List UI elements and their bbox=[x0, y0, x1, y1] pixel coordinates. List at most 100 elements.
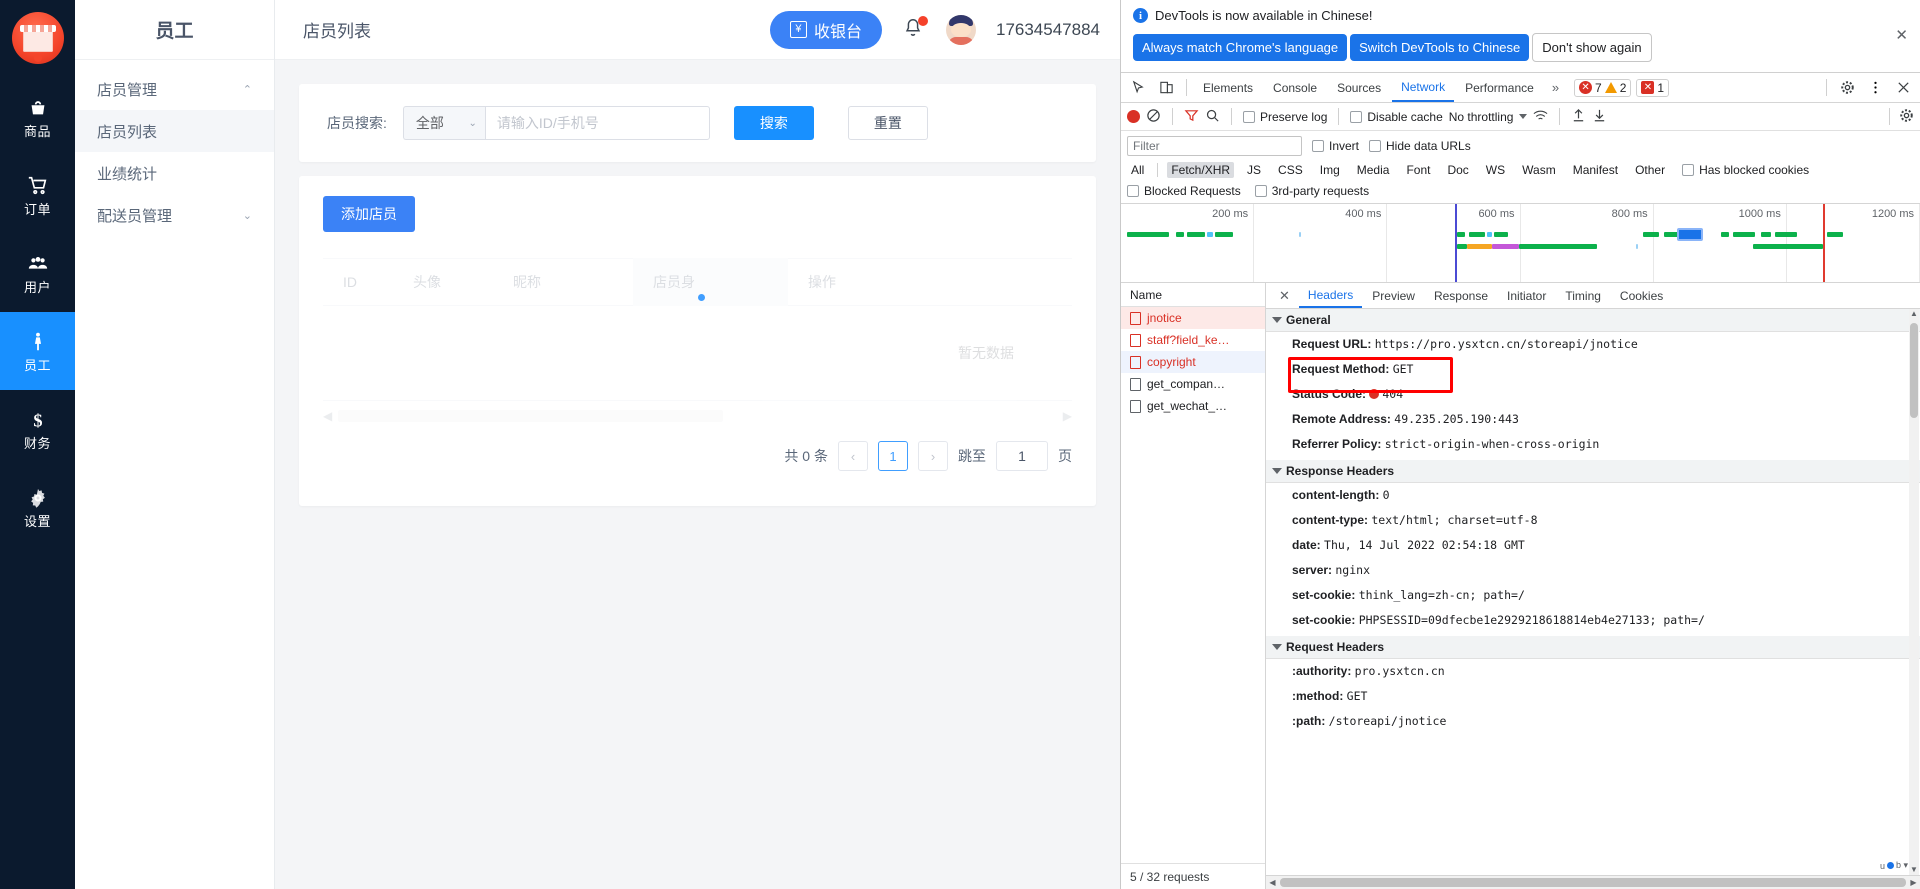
detail-tab-response[interactable]: Response bbox=[1425, 283, 1497, 308]
always-match-language-button[interactable]: Always match Chrome's language bbox=[1133, 34, 1348, 61]
detail-tab-cookies[interactable]: Cookies bbox=[1611, 283, 1672, 308]
section-general-header[interactable]: General bbox=[1266, 309, 1920, 332]
search-type-select[interactable]: 全部 ⌄ bbox=[402, 106, 485, 140]
reset-button[interactable]: 重置 bbox=[847, 106, 928, 140]
cashier-button[interactable]: ¥ 收银台 bbox=[769, 10, 882, 49]
headers-horizontal-scrollbar[interactable]: ◀ ▶ bbox=[1266, 875, 1920, 889]
filter-type-other[interactable]: Other bbox=[1631, 162, 1669, 178]
filter-type-font[interactable]: Font bbox=[1402, 162, 1434, 178]
export-har-icon[interactable] bbox=[1592, 108, 1607, 126]
settings-gear-icon[interactable] bbox=[1834, 75, 1860, 101]
section-request-headers-header[interactable]: Request Headers bbox=[1266, 636, 1920, 659]
disable-cache-checkbox[interactable]: Disable cache bbox=[1350, 110, 1443, 124]
scroll-right-icon[interactable]: ▶ bbox=[1907, 878, 1920, 887]
scroll-down-icon[interactable]: ▼ bbox=[1909, 865, 1919, 875]
filter-funnel-icon[interactable] bbox=[1184, 108, 1199, 126]
filter-type-img[interactable]: Img bbox=[1316, 162, 1344, 178]
subnav-item-staff-management[interactable]: 店员管理 ⌃ bbox=[75, 68, 274, 110]
pagination-page-1[interactable]: 1 bbox=[878, 441, 908, 471]
scroll-left-icon[interactable]: ◀ bbox=[323, 409, 332, 423]
filter-type-doc[interactable]: Doc bbox=[1443, 162, 1472, 178]
search-icon[interactable] bbox=[1205, 108, 1220, 126]
close-devtools-icon[interactable] bbox=[1890, 75, 1916, 101]
tab-performance[interactable]: Performance bbox=[1456, 73, 1543, 102]
sidebar-item-users[interactable]: 用户 bbox=[0, 234, 75, 312]
scroll-up-icon[interactable]: ▲ bbox=[1909, 309, 1919, 319]
network-settings-gear-icon[interactable] bbox=[1899, 108, 1914, 126]
search-input[interactable] bbox=[484, 106, 710, 140]
sidebar-item-staff[interactable]: 员工 bbox=[0, 312, 75, 390]
tab-elements[interactable]: Elements bbox=[1194, 73, 1262, 102]
throttling-select[interactable]: No throttling bbox=[1449, 110, 1514, 124]
timeline-selected-request[interactable] bbox=[1677, 228, 1703, 241]
dont-show-again-button[interactable]: Don't show again bbox=[1532, 33, 1652, 62]
detail-tab-timing[interactable]: Timing bbox=[1556, 283, 1610, 308]
detail-tab-preview[interactable]: Preview bbox=[1363, 283, 1424, 308]
chevron-down-icon[interactable] bbox=[1519, 114, 1528, 119]
network-overview-timeline[interactable]: 200 ms 400 ms 600 ms 800 ms 1000 ms 1200… bbox=[1121, 203, 1920, 283]
sidebar-item-finance[interactable]: $ 财务 bbox=[0, 390, 75, 468]
pagination-prev-button[interactable]: ‹ bbox=[838, 441, 868, 471]
tab-network[interactable]: Network bbox=[1392, 73, 1455, 102]
request-row-get-wechat[interactable]: get_wechat_… bbox=[1121, 395, 1265, 417]
scroll-thumb[interactable] bbox=[338, 410, 724, 422]
filter-type-all[interactable]: All bbox=[1127, 162, 1148, 178]
subnav-item-delivery-management[interactable]: 配送员管理 ⌄ bbox=[75, 194, 274, 236]
filter-type-fetch-xhr[interactable]: Fetch/XHR bbox=[1167, 162, 1235, 178]
device-toolbar-icon[interactable] bbox=[1153, 75, 1179, 101]
search-button[interactable]: 搜索 bbox=[733, 106, 814, 140]
sidebar-item-orders[interactable]: 订单 bbox=[0, 156, 75, 234]
sidebar-item-products[interactable]: 商品 bbox=[0, 78, 75, 156]
more-tabs-icon[interactable]: » bbox=[1545, 80, 1566, 95]
avatar[interactable] bbox=[945, 14, 976, 45]
more-options-icon[interactable] bbox=[1862, 75, 1888, 101]
filter-type-ws[interactable]: WS bbox=[1482, 162, 1509, 178]
scroll-left-icon[interactable]: ◀ bbox=[1266, 878, 1279, 887]
record-button[interactable] bbox=[1127, 110, 1140, 123]
detail-tab-initiator[interactable]: Initiator bbox=[1498, 283, 1555, 308]
subnav-item-staff-list[interactable]: 店员列表 bbox=[75, 110, 274, 152]
tab-console[interactable]: Console bbox=[1264, 73, 1326, 102]
section-response-headers-header[interactable]: Response Headers bbox=[1266, 460, 1920, 483]
request-row-jnotice[interactable]: jnotice bbox=[1121, 307, 1265, 329]
close-icon[interactable]: ✕ bbox=[1895, 26, 1908, 44]
filter-type-manifest[interactable]: Manifest bbox=[1569, 162, 1622, 178]
scroll-thumb[interactable] bbox=[1910, 323, 1918, 418]
filter-type-media[interactable]: Media bbox=[1353, 162, 1394, 178]
invert-checkbox[interactable]: Invert bbox=[1312, 139, 1359, 153]
third-party-requests-checkbox[interactable]: 3rd-party requests bbox=[1254, 184, 1369, 198]
account-phone[interactable]: 17634547884 bbox=[996, 20, 1100, 40]
filter-type-wasm[interactable]: Wasm bbox=[1518, 162, 1560, 178]
request-row-get-company[interactable]: get_compan… bbox=[1121, 373, 1265, 395]
request-row-copyright[interactable]: copyright bbox=[1121, 351, 1265, 373]
filter-input[interactable] bbox=[1127, 136, 1302, 156]
hide-data-urls-checkbox[interactable]: Hide data URLs bbox=[1369, 139, 1471, 153]
subnav-item-performance-stats[interactable]: 业绩统计 bbox=[75, 152, 274, 194]
sidebar-item-settings[interactable]: 设置 bbox=[0, 468, 75, 546]
headers-vertical-scrollbar[interactable]: ▲ ▼ bbox=[1909, 309, 1919, 875]
tab-sources[interactable]: Sources bbox=[1328, 73, 1390, 102]
scroll-thumb[interactable] bbox=[1280, 878, 1906, 887]
close-detail-icon[interactable]: ✕ bbox=[1271, 288, 1298, 304]
inspect-element-icon[interactable] bbox=[1125, 75, 1151, 101]
scroll-right-icon[interactable]: ▶ bbox=[1063, 409, 1072, 423]
clear-network-log-icon[interactable] bbox=[1146, 108, 1161, 126]
blocked-requests-checkbox[interactable]: Blocked Requests bbox=[1127, 184, 1241, 198]
switch-devtools-language-button[interactable]: Switch DevTools to Chinese bbox=[1350, 34, 1530, 61]
has-blocked-cookies-checkbox[interactable]: Has blocked cookies bbox=[1682, 163, 1809, 177]
pagination-jump-input[interactable] bbox=[996, 441, 1048, 471]
filter-type-js[interactable]: JS bbox=[1243, 162, 1265, 178]
scroll-track[interactable] bbox=[729, 410, 1057, 422]
detail-tab-headers[interactable]: Headers bbox=[1298, 283, 1363, 308]
preserve-log-checkbox[interactable]: Preserve log bbox=[1243, 110, 1327, 124]
add-staff-button[interactable]: 添加店员 bbox=[323, 196, 415, 232]
filter-type-css[interactable]: CSS bbox=[1274, 162, 1307, 178]
pagination-next-button[interactable]: › bbox=[918, 441, 948, 471]
error-warning-counter[interactable]: ✕ 7 2 bbox=[1574, 78, 1632, 97]
table-horizontal-scrollbar[interactable]: ◀ ▶ bbox=[323, 409, 1072, 423]
issues-counter[interactable]: ✕ 1 bbox=[1636, 78, 1670, 97]
import-har-icon[interactable] bbox=[1571, 108, 1586, 126]
notification-bell-button[interactable] bbox=[902, 15, 928, 43]
network-conditions-icon[interactable] bbox=[1533, 108, 1548, 126]
request-row-staff[interactable]: staff?field_ke… bbox=[1121, 329, 1265, 351]
